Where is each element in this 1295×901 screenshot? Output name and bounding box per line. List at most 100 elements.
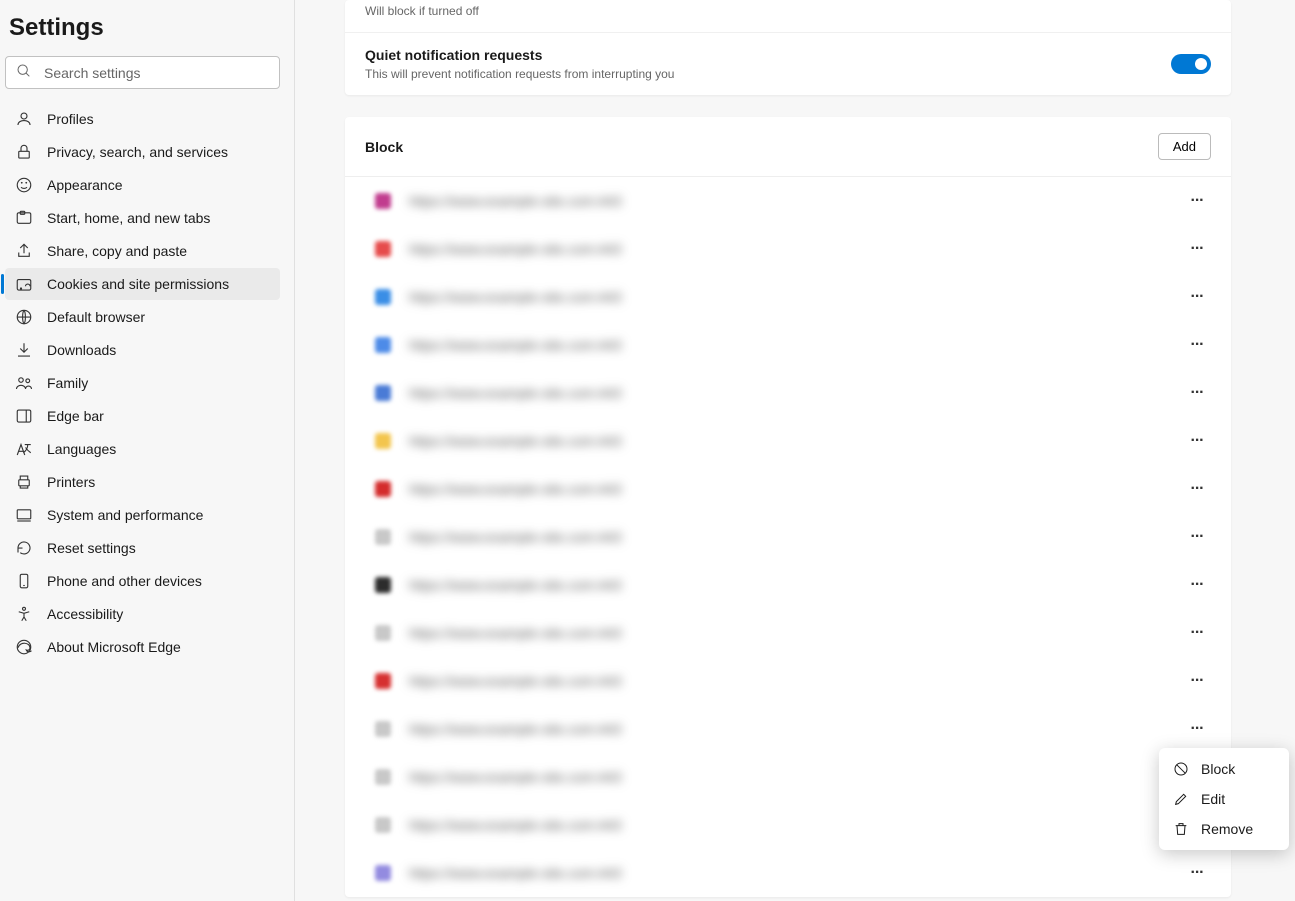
- site-favicon: [375, 721, 391, 737]
- sidebar-item-label: Downloads: [47, 342, 116, 358]
- block-site-more-button[interactable]: ···: [1183, 235, 1211, 263]
- block-site-url: https://www.example-site.com:443: [409, 289, 1183, 305]
- site-favicon: [375, 289, 391, 305]
- family-icon: [15, 374, 33, 392]
- phone-icon: [15, 572, 33, 590]
- block-site-row: https://www.example-site.com:443···: [345, 609, 1231, 657]
- block-site-url: https://www.example-site.com:443: [409, 433, 1183, 449]
- block-site-url: https://www.example-site.com:443: [409, 241, 1183, 257]
- menu-block[interactable]: Block: [1159, 754, 1289, 784]
- user-icon: [15, 110, 33, 128]
- sidebar-item-privacy-search-and-services[interactable]: Privacy, search, and services: [5, 136, 280, 168]
- block-site-list: https://www.example-site.com:443···https…: [345, 177, 1231, 897]
- sidebar-item-label: Start, home, and new tabs: [47, 210, 210, 226]
- site-favicon: [375, 769, 391, 785]
- search-icon: [16, 63, 32, 82]
- sidebar-item-languages[interactable]: Languages: [5, 433, 280, 465]
- sidebar-item-label: Edge bar: [47, 408, 104, 424]
- sidebar-item-about-microsoft-edge[interactable]: About Microsoft Edge: [5, 631, 280, 663]
- sidebar-item-label: Accessibility: [47, 606, 123, 622]
- block-site-row: https://www.example-site.com:443···: [345, 369, 1231, 417]
- site-favicon: [375, 481, 391, 497]
- quiet-toggle[interactable]: [1171, 54, 1211, 74]
- sidebar-item-default-browser[interactable]: Default browser: [5, 301, 280, 333]
- accessibility-icon: [15, 605, 33, 623]
- block-site-row: https://www.example-site.com:443···: [345, 465, 1231, 513]
- block-site-more-button[interactable]: ···: [1183, 187, 1211, 215]
- printer-icon: [15, 473, 33, 491]
- sidebar-item-appearance[interactable]: Appearance: [5, 169, 280, 201]
- block-site-url: https://www.example-site.com:443: [409, 385, 1183, 401]
- sidebar-item-printers[interactable]: Printers: [5, 466, 280, 498]
- block-site-url: https://www.example-site.com:443: [409, 817, 1183, 833]
- palette-icon: [15, 176, 33, 194]
- menu-edit[interactable]: Edit: [1159, 784, 1289, 814]
- notifications-card: Will block if turned off Quiet notificat…: [345, 0, 1231, 95]
- block-site-row: https://www.example-site.com:443···: [345, 561, 1231, 609]
- block-site-more-button[interactable]: ···: [1183, 859, 1211, 887]
- menu-remove-label: Remove: [1201, 821, 1253, 837]
- sidebar-item-system-and-performance[interactable]: System and performance: [5, 499, 280, 531]
- sidebar-item-reset-settings[interactable]: Reset settings: [5, 532, 280, 564]
- sidebar-icon: [15, 407, 33, 425]
- sidebar-item-cookies-and-site-permissions[interactable]: Cookies and site permissions: [5, 268, 280, 300]
- block-site-url: https://www.example-site.com:443: [409, 337, 1183, 353]
- system-icon: [15, 506, 33, 524]
- block-section: Block Add https://www.example-site.com:4…: [345, 117, 1231, 897]
- block-site-url: https://www.example-site.com:443: [409, 529, 1183, 545]
- block-site-url: https://www.example-site.com:443: [409, 721, 1183, 737]
- block-header: Block Add: [345, 117, 1231, 177]
- block-site-more-button[interactable]: ···: [1183, 715, 1211, 743]
- site-favicon: [375, 193, 391, 209]
- tabs-icon: [15, 209, 33, 227]
- block-site-row: https://www.example-site.com:443···: [345, 417, 1231, 465]
- search-input[interactable]: [44, 65, 269, 81]
- block-site-more-button[interactable]: ···: [1183, 619, 1211, 647]
- share-icon: [15, 242, 33, 260]
- block-site-url: https://www.example-site.com:443: [409, 865, 1183, 881]
- site-favicon: [375, 241, 391, 257]
- block-icon: [1173, 761, 1189, 777]
- nav-list: Profiles Privacy, search, and services App…: [5, 103, 280, 663]
- block-site-url: https://www.example-site.com:443: [409, 625, 1183, 641]
- site-favicon: [375, 577, 391, 593]
- block-site-row: https://www.example-site.com:443···: [345, 657, 1231, 705]
- block-site-url: https://www.example-site.com:443: [409, 673, 1183, 689]
- sidebar-item-downloads[interactable]: Downloads: [5, 334, 280, 366]
- block-site-row: https://www.example-site.com:443···: [345, 849, 1231, 897]
- block-site-more-button[interactable]: ···: [1183, 331, 1211, 359]
- sidebar-item-start-home-and-new-tabs[interactable]: Start, home, and new tabs: [5, 202, 280, 234]
- block-site-row: https://www.example-site.com:443···: [345, 225, 1231, 273]
- block-site-more-button[interactable]: ···: [1183, 571, 1211, 599]
- block-site-more-button[interactable]: ···: [1183, 379, 1211, 407]
- sidebar-item-phone-and-other-devices[interactable]: Phone and other devices: [5, 565, 280, 597]
- search-container[interactable]: [5, 56, 280, 89]
- add-block-button[interactable]: Add: [1158, 133, 1211, 160]
- block-site-more-button[interactable]: ···: [1183, 427, 1211, 455]
- block-site-row: https://www.example-site.com:443···: [345, 801, 1231, 849]
- sidebar-item-edge-bar[interactable]: Edge bar: [5, 400, 280, 432]
- site-favicon: [375, 529, 391, 545]
- sidebar-item-share-copy-and-paste[interactable]: Share, copy and paste: [5, 235, 280, 267]
- sidebar-item-accessibility[interactable]: Accessibility: [5, 598, 280, 630]
- reset-icon: [15, 539, 33, 557]
- block-title: Block: [365, 139, 403, 155]
- quiet-title: Quiet notification requests: [365, 47, 674, 63]
- block-site-row: https://www.example-site.com:443···: [345, 513, 1231, 561]
- sidebar-item-label: Profiles: [47, 111, 94, 127]
- sidebar-item-label: Appearance: [47, 177, 123, 193]
- block-site-row: https://www.example-site.com:443···: [345, 705, 1231, 753]
- menu-remove[interactable]: Remove: [1159, 814, 1289, 844]
- sidebar-item-family[interactable]: Family: [5, 367, 280, 399]
- sidebar-item-label: Cookies and site permissions: [47, 276, 229, 292]
- edit-icon: [1173, 791, 1189, 807]
- block-site-more-button[interactable]: ···: [1183, 667, 1211, 695]
- site-favicon: [375, 673, 391, 689]
- block-site-more-button[interactable]: ···: [1183, 475, 1211, 503]
- sidebar-item-label: Privacy, search, and services: [47, 144, 228, 160]
- block-site-more-button[interactable]: ···: [1183, 523, 1211, 551]
- quiet-notification-row: Quiet notification requests This will pr…: [345, 33, 1231, 95]
- sidebar-item-label: Family: [47, 375, 88, 391]
- sidebar-item-profiles[interactable]: Profiles: [5, 103, 280, 135]
- block-site-more-button[interactable]: ···: [1183, 283, 1211, 311]
